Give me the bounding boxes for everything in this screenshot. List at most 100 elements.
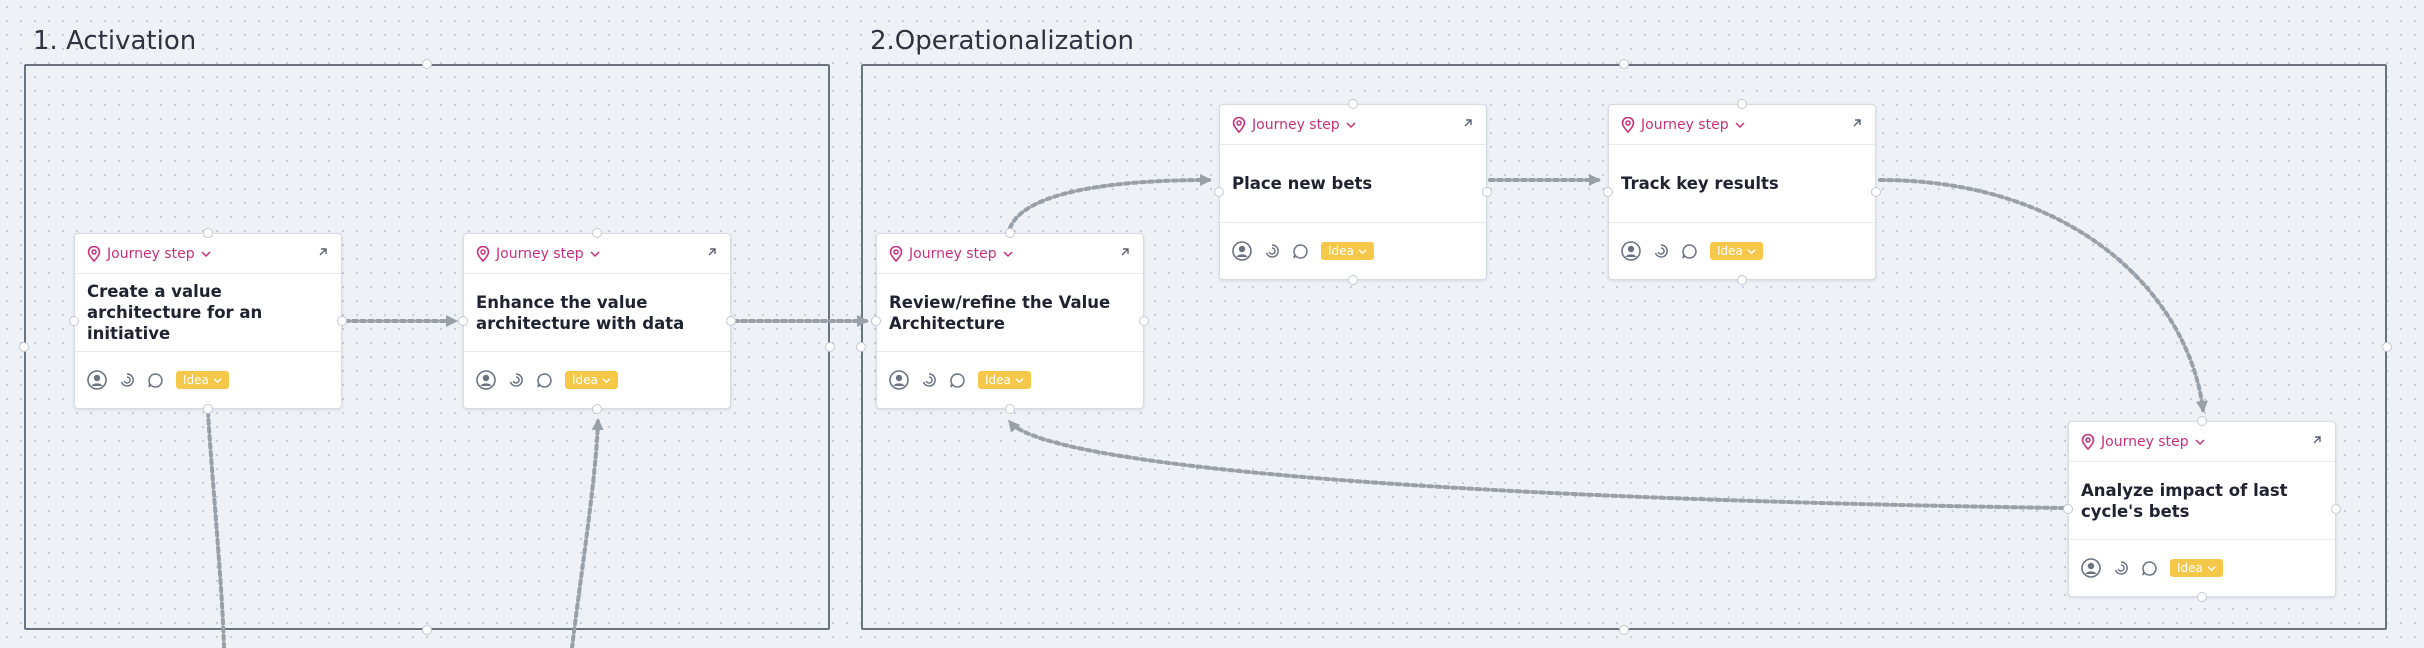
- card-connection-handle[interactable]: [2197, 592, 2207, 602]
- card-connection-handle[interactable]: [2197, 416, 2207, 426]
- card-title[interactable]: Analyze impact of last cycle's bets: [2069, 462, 2335, 540]
- card-title[interactable]: Enhance the value architecture with data: [464, 274, 730, 352]
- user-avatar-icon[interactable]: [1232, 241, 1252, 261]
- status-badge-label: Idea: [183, 373, 209, 387]
- card-connection-handle[interactable]: [1737, 275, 1747, 285]
- card-title[interactable]: Track key results: [1609, 145, 1875, 223]
- card-header: Journey step: [877, 234, 1143, 274]
- card-connection-handle[interactable]: [458, 316, 468, 326]
- card-title[interactable]: Place new bets: [1220, 145, 1486, 223]
- connector-review-to-place-bets: [1008, 174, 1212, 230]
- status-badge[interactable]: Idea: [1321, 242, 1374, 260]
- expand-arrow-icon[interactable]: [1119, 245, 1131, 263]
- journey-step-dropdown[interactable]: Journey step: [87, 245, 211, 262]
- journey-step-dropdown[interactable]: Journey step: [476, 245, 600, 262]
- effort-icon[interactable]: [119, 372, 135, 388]
- user-avatar-icon[interactable]: [889, 370, 909, 390]
- user-avatar-icon[interactable]: [1621, 241, 1641, 261]
- card-connection-handle[interactable]: [1214, 187, 1224, 197]
- status-badge[interactable]: Idea: [1710, 242, 1763, 260]
- effort-icon[interactable]: [1653, 243, 1669, 259]
- journey-step-card[interactable]: Journey step Analyze impact of last cycle…: [2068, 421, 2336, 597]
- connector-analyze-to-review: [1008, 419, 2066, 510]
- card-connection-handle[interactable]: [1005, 404, 1015, 414]
- effort-icon[interactable]: [921, 372, 937, 388]
- comment-icon[interactable]: [147, 372, 164, 389]
- location-pin-icon: [1621, 116, 1635, 133]
- frame-handle[interactable]: [19, 342, 29, 352]
- card-connection-handle[interactable]: [1139, 316, 1149, 326]
- card-connection-handle[interactable]: [1348, 275, 1358, 285]
- card-connection-handle[interactable]: [1737, 99, 1747, 109]
- card-connection-handle[interactable]: [69, 316, 79, 326]
- expand-arrow-icon[interactable]: [706, 245, 718, 263]
- chevron-down-icon: [201, 250, 211, 258]
- user-avatar-icon[interactable]: [2081, 558, 2101, 578]
- status-badge-label: Idea: [2177, 561, 2203, 575]
- chevron-down-icon: [2207, 561, 2216, 575]
- frame-handle[interactable]: [1619, 59, 1629, 69]
- card-connection-handle[interactable]: [1603, 187, 1613, 197]
- journey-step-dropdown[interactable]: Journey step: [1232, 116, 1356, 133]
- card-connection-handle[interactable]: [1348, 99, 1358, 109]
- status-badge[interactable]: Idea: [565, 371, 618, 389]
- status-badge[interactable]: Idea: [176, 371, 229, 389]
- card-footer: Idea: [75, 352, 341, 408]
- card-header: Journey step: [464, 234, 730, 274]
- card-footer: Idea: [464, 352, 730, 408]
- comment-icon[interactable]: [1292, 243, 1309, 260]
- effort-icon[interactable]: [1264, 243, 1280, 259]
- card-connection-handle[interactable]: [203, 404, 213, 414]
- card-connection-handle[interactable]: [726, 316, 736, 326]
- journey-step-card[interactable]: Journey step Enhance the value architectu…: [463, 233, 731, 409]
- connector-track-to-analyze: [1878, 178, 2208, 413]
- comment-icon[interactable]: [949, 372, 966, 389]
- card-footer: Idea: [877, 352, 1143, 408]
- location-pin-icon: [87, 245, 101, 262]
- journey-step-card[interactable]: Journey step Review/refine the Value Arch…: [876, 233, 1144, 409]
- card-connection-handle[interactable]: [592, 228, 602, 238]
- card-header: Journey step: [1220, 105, 1486, 145]
- status-badge[interactable]: Idea: [978, 371, 1031, 389]
- expand-arrow-icon[interactable]: [317, 245, 329, 263]
- card-connection-handle[interactable]: [2331, 504, 2341, 514]
- card-connection-handle[interactable]: [1482, 187, 1492, 197]
- chevron-down-icon: [1003, 250, 1013, 258]
- card-connection-handle[interactable]: [871, 316, 881, 326]
- comment-icon[interactable]: [536, 372, 553, 389]
- frame-handle[interactable]: [422, 625, 432, 635]
- journey-step-dropdown[interactable]: Journey step: [1621, 116, 1745, 133]
- status-badge-label: Idea: [1717, 244, 1743, 258]
- comment-icon[interactable]: [1681, 243, 1698, 260]
- expand-arrow-icon[interactable]: [2311, 433, 2323, 451]
- journey-step-card[interactable]: Journey step Create a value architecture …: [74, 233, 342, 409]
- card-connection-handle[interactable]: [203, 228, 213, 238]
- expand-arrow-icon[interactable]: [1851, 116, 1863, 134]
- frame-handle[interactable]: [1619, 625, 1629, 635]
- chevron-down-icon: [602, 373, 611, 387]
- card-connection-handle[interactable]: [1871, 187, 1881, 197]
- frame-handle[interactable]: [2382, 342, 2392, 352]
- effort-icon[interactable]: [508, 372, 524, 388]
- effort-icon[interactable]: [2113, 560, 2129, 576]
- journey-step-dropdown[interactable]: Journey step: [889, 245, 1013, 262]
- comment-icon[interactable]: [2141, 560, 2158, 577]
- card-connection-handle[interactable]: [337, 316, 347, 326]
- card-connection-handle[interactable]: [1005, 228, 1015, 238]
- card-connection-handle[interactable]: [2063, 504, 2073, 514]
- card-connection-handle[interactable]: [592, 404, 602, 414]
- expand-arrow-icon[interactable]: [1462, 116, 1474, 134]
- frame-handle[interactable]: [422, 59, 432, 69]
- card-title[interactable]: Create a value architecture for an initi…: [75, 274, 341, 352]
- user-avatar-icon[interactable]: [87, 370, 107, 390]
- card-title[interactable]: Review/refine the Value Architecture: [877, 274, 1143, 352]
- status-badge[interactable]: Idea: [2170, 559, 2223, 577]
- journey-step-card[interactable]: Journey step Track key results Idea: [1608, 104, 1876, 280]
- chevron-down-icon: [1015, 373, 1024, 387]
- frame-handle[interactable]: [825, 342, 835, 352]
- journey-step-card[interactable]: Journey step Place new bets Idea: [1219, 104, 1487, 280]
- journey-step-dropdown[interactable]: Journey step: [2081, 433, 2205, 450]
- frame-handle[interactable]: [856, 342, 866, 352]
- chevron-down-icon: [1747, 244, 1756, 258]
- user-avatar-icon[interactable]: [476, 370, 496, 390]
